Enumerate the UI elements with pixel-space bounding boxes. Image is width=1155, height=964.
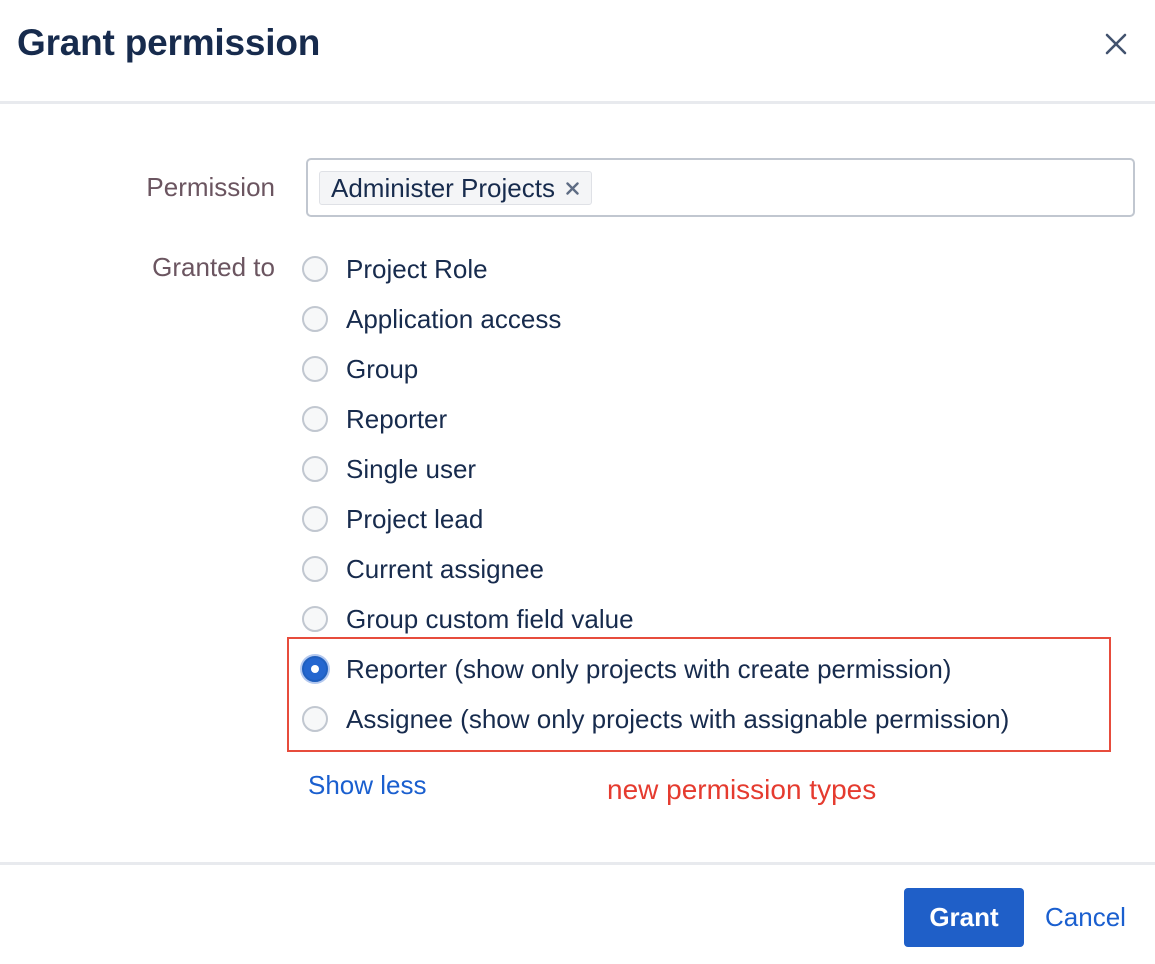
chip-remove-button[interactable] [565, 180, 581, 196]
radio-option-label: Group custom field value [346, 603, 634, 634]
radio-option-label: Reporter [346, 403, 448, 434]
remove-chip-icon [566, 181, 580, 195]
radio-option-label: Current assignee [346, 553, 544, 584]
radio-option-application-access[interactable]: Application access [302, 300, 561, 338]
radio-button[interactable] [302, 306, 328, 332]
radio-button[interactable] [302, 456, 328, 482]
radio-option-project-role[interactable]: Project Role [302, 250, 488, 288]
radio-button[interactable] [302, 356, 328, 382]
permission-chip-label: Administer Projects [331, 172, 555, 203]
radio-option-label: Single user [346, 453, 477, 484]
grant-permission-dialog: Grant permission Permission Administer P… [0, 0, 1155, 964]
radio-option-label: Group [346, 353, 419, 384]
permission-input[interactable]: Administer Projects [306, 158, 1135, 217]
permission-chip: Administer Projects [319, 171, 592, 205]
radio-option-reporter[interactable]: Reporter [302, 400, 447, 438]
radio-option-label: Project lead [346, 503, 484, 534]
grant-button[interactable]: Grant [904, 888, 1024, 947]
dialog-title: Grant permission [17, 22, 321, 63]
close-button[interactable] [1098, 26, 1134, 62]
dialog-header: Grant permission [0, 0, 1155, 104]
radio-button[interactable] [302, 556, 328, 582]
radio-option-project-lead[interactable]: Project lead [302, 500, 483, 538]
granted-to-label: Granted to [152, 252, 275, 282]
cancel-link[interactable]: Cancel [1045, 902, 1126, 933]
radio-option-label: Application access [346, 303, 562, 334]
radio-button[interactable] [302, 406, 328, 432]
radio-button[interactable] [302, 506, 328, 532]
new-types-highlight-box [287, 637, 1111, 752]
radio-option-label: Project Role [346, 253, 488, 284]
radio-option-group[interactable]: Group [302, 350, 418, 388]
annotation-text: new permission types [607, 774, 877, 805]
show-less-link[interactable]: Show less [308, 770, 427, 801]
radio-button[interactable] [302, 606, 328, 632]
radio-option-group-custom-field-value[interactable]: Group custom field value [302, 600, 634, 638]
radio-option-current-assignee[interactable]: Current assignee [302, 550, 544, 588]
footer-divider [0, 862, 1155, 865]
permission-label: Permission [146, 172, 275, 202]
radio-button[interactable] [302, 256, 328, 282]
close-icon [1105, 33, 1127, 55]
radio-option-single-user[interactable]: Single user [302, 450, 476, 488]
